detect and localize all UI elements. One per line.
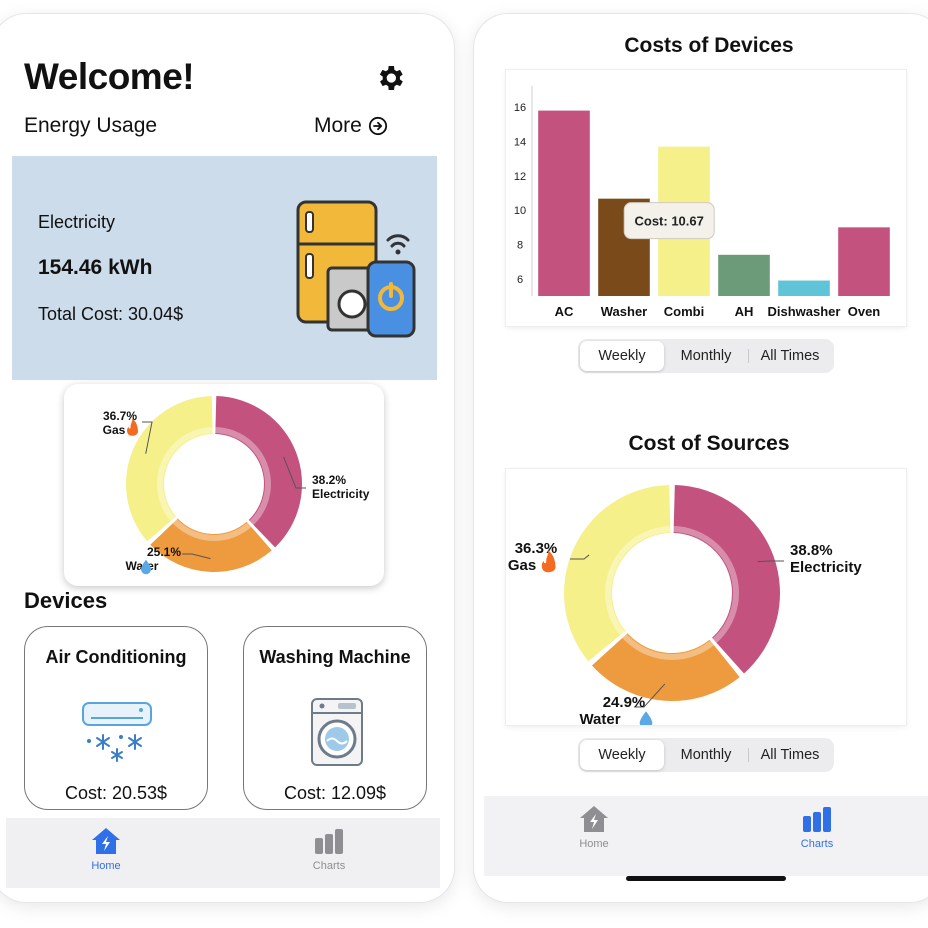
costs-of-devices-title: Costs of Devices bbox=[624, 34, 794, 57]
tab-charts[interactable]: Charts bbox=[777, 804, 857, 850]
donut-inner-ring bbox=[605, 526, 739, 660]
usage-donut-card: 38.2%Electricity25.1%Water36.7%Gas bbox=[64, 384, 384, 586]
slice-name-label: Electricity bbox=[312, 487, 370, 501]
bar-chart-icon bbox=[315, 829, 343, 854]
devices-heading: Devices bbox=[24, 588, 108, 613]
slice-name-label: Electricity bbox=[790, 559, 862, 576]
y-tick-label: 14 bbox=[514, 137, 526, 149]
electricity-card[interactable]: Electricity 154.46 kWh Total Cost: 30.04… bbox=[12, 156, 437, 380]
device-card-air-conditioning[interactable]: Air Conditioning Cost: 20.53$ bbox=[24, 626, 208, 810]
bar-ac[interactable] bbox=[538, 110, 590, 296]
device-cost: Cost: 20.53$ bbox=[64, 783, 168, 803]
electricity-title: Electricity bbox=[38, 212, 116, 232]
slice-percent-label: 25.1% bbox=[147, 545, 181, 559]
period-weekly[interactable]: Weekly bbox=[580, 740, 664, 770]
water-drop-icon bbox=[639, 711, 653, 725]
tab-home[interactable]: Home bbox=[554, 804, 634, 850]
electricity-total-cost: Total Cost: 30.04$ bbox=[38, 304, 184, 324]
slice-name-label: Gas bbox=[103, 423, 126, 437]
period-all-times[interactable]: All Times bbox=[748, 740, 832, 770]
device-cost: Cost: 12.09$ bbox=[283, 783, 387, 803]
cost-of-sources-title: Cost of Sources bbox=[628, 432, 790, 455]
device-name: Washing Machine bbox=[259, 647, 411, 667]
tab-label: Home bbox=[91, 860, 121, 872]
y-tick-label: 8 bbox=[517, 240, 523, 252]
period-monthly[interactable]: Monthly bbox=[664, 740, 748, 770]
period-all-times[interactable]: All Times bbox=[748, 341, 832, 371]
donut-slice-electricity[interactable] bbox=[673, 485, 780, 674]
x-tick-label: Dishwasher bbox=[768, 304, 841, 319]
device-cost-bar-chart[interactable]: 6 8 10 12 14 16 AC Washer Combi AH Dishwasher Oven C… bbox=[506, 70, 906, 326]
period-weekly[interactable]: Weekly bbox=[580, 341, 664, 371]
slice-percent-label: 38.8% bbox=[790, 542, 833, 559]
period-selector-bottom: Weekly Monthly All Times bbox=[578, 738, 834, 772]
device-card-washing-machine[interactable]: Washing Machine Cost: 12.09$ bbox=[243, 626, 427, 810]
y-tick-label: 16 bbox=[514, 102, 526, 114]
electricity-value: 154.46 kWh bbox=[38, 256, 153, 279]
slice-name-label: Water bbox=[579, 711, 620, 725]
x-tick-label: AH bbox=[735, 304, 754, 319]
smart-appliances-icon bbox=[296, 200, 416, 338]
charts-screen: Costs of Devices 6 8 10 12 14 16 AC Washer Combi… bbox=[474, 14, 928, 902]
energy-usage-label: Energy Usage bbox=[24, 114, 158, 137]
tab-label: Charts bbox=[312, 860, 346, 872]
bar-oven[interactable] bbox=[838, 227, 890, 296]
device-name: Air Conditioning bbox=[45, 647, 187, 667]
tab-label: Home bbox=[579, 838, 609, 850]
y-tick-label: 10 bbox=[514, 205, 526, 217]
y-tick-label: 6 bbox=[517, 274, 523, 286]
donut-inner-ring bbox=[157, 427, 271, 541]
tab-label: Charts bbox=[800, 838, 834, 850]
tab-charts[interactable]: Charts bbox=[289, 826, 369, 872]
tooltip-text: Cost: 10.67 bbox=[635, 214, 704, 229]
slice-name-label: Gas bbox=[508, 557, 536, 574]
bar-chart-icon bbox=[803, 807, 831, 832]
donut-slice-gas[interactable] bbox=[564, 485, 671, 662]
period-selector-top: Weekly Monthly All Times bbox=[578, 339, 834, 373]
leader-line bbox=[757, 560, 784, 563]
x-tick-label: AC bbox=[555, 304, 574, 319]
period-monthly[interactable]: Monthly bbox=[664, 341, 748, 371]
y-tick-label: 12 bbox=[514, 171, 526, 183]
bar-dishwasher[interactable] bbox=[778, 280, 830, 296]
tab-bar: Home Charts bbox=[6, 818, 440, 888]
donut-slice-gas[interactable] bbox=[125, 396, 213, 542]
x-tick-label: Combi bbox=[664, 304, 704, 319]
sources-donut-card: 38.8% Electricity 24.9% Water 36.3% Gas bbox=[506, 469, 906, 725]
device-cost-chart-card: 6 8 10 12 14 16 AC Washer Combi AH Dishwasher Oven C… bbox=[506, 70, 906, 326]
home-screen: Welcome! Energy Usage More Electricity 1… bbox=[0, 14, 454, 902]
home-indicator bbox=[626, 876, 786, 881]
tab-bar: Home Charts bbox=[484, 796, 928, 876]
welcome-title: Welcome! bbox=[24, 56, 195, 97]
more-link[interactable]: More bbox=[314, 114, 388, 138]
x-tick-label: Washer bbox=[601, 304, 647, 319]
washing-machine-icon bbox=[311, 698, 363, 766]
home-icon bbox=[580, 806, 608, 832]
home-icon bbox=[92, 828, 120, 854]
more-label: More bbox=[314, 114, 362, 137]
slice-percent-label: 38.2% bbox=[312, 473, 346, 487]
gear-icon[interactable] bbox=[374, 62, 406, 94]
sources-donut-chart: 38.8%Electricity24.9%Water36.3%Gas bbox=[508, 485, 862, 725]
x-tick-label: Oven bbox=[848, 304, 881, 319]
usage-donut-chart: 38.2%Electricity25.1%Water36.7%Gas bbox=[103, 396, 370, 575]
air-conditioner-icon bbox=[82, 702, 152, 762]
arrow-circle-right-icon bbox=[368, 116, 387, 136]
tab-home[interactable]: Home bbox=[66, 826, 146, 872]
slice-percent-label: 24.9% bbox=[603, 694, 646, 711]
bar-ah[interactable] bbox=[718, 254, 770, 296]
